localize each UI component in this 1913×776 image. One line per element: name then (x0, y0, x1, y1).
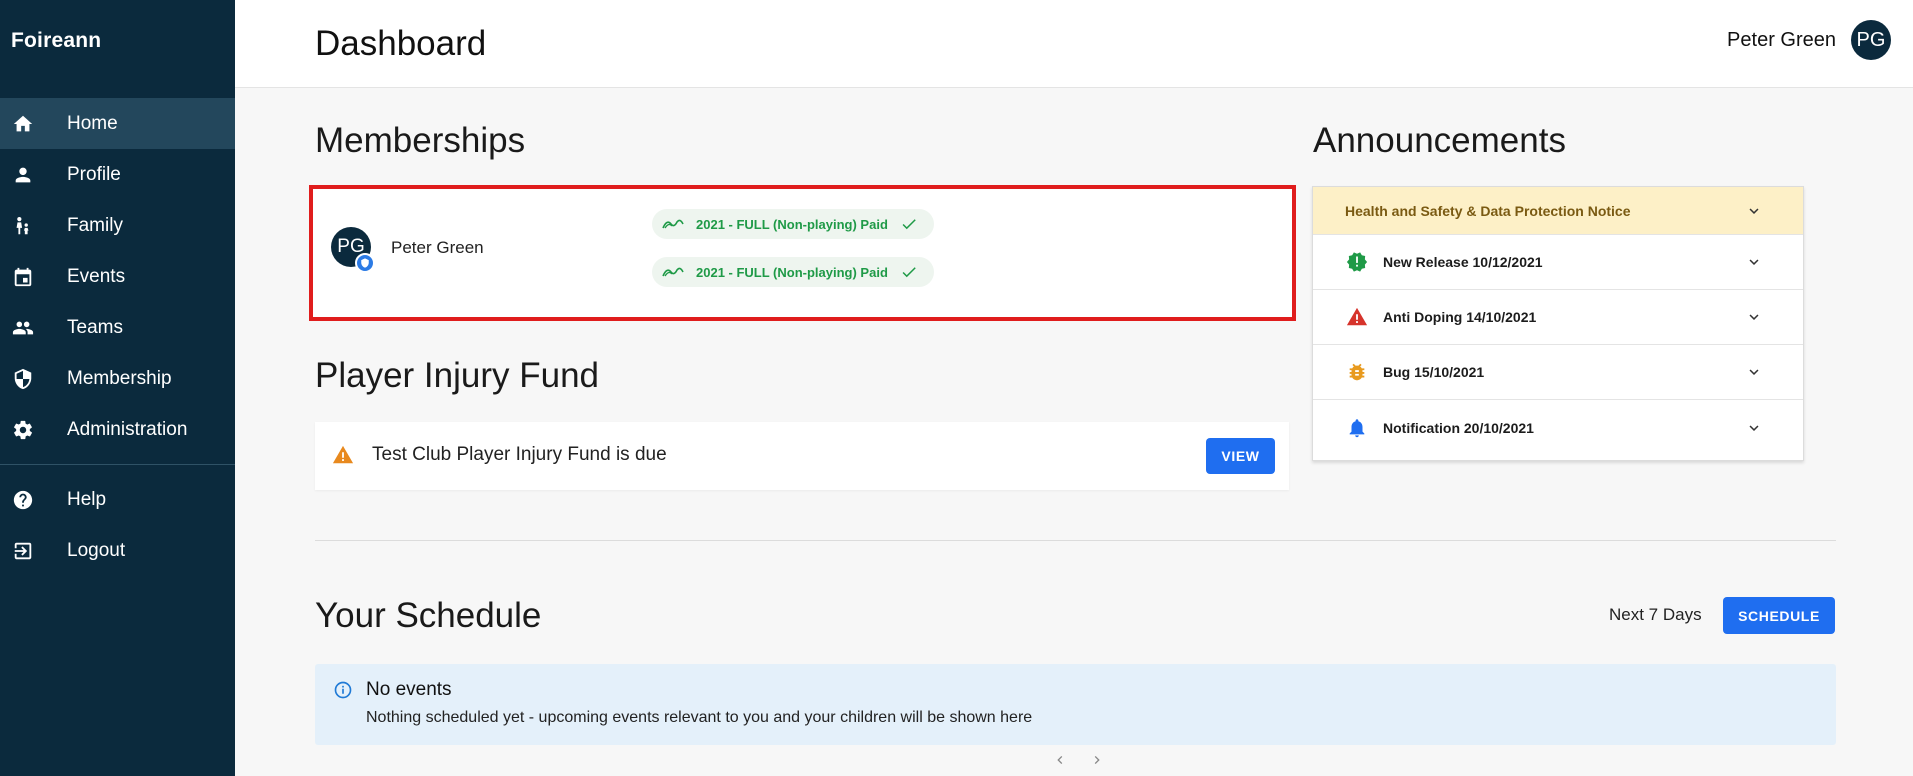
chevron-right-icon[interactable] (1089, 752, 1105, 768)
injury-fund-card: Test Club Player Injury Fund is due VIEW (315, 422, 1289, 490)
membership-chip: 2021 - FULL (Non-playing) Paid (652, 209, 934, 239)
sidebar-item-family[interactable]: Family (0, 200, 235, 251)
sidebar-item-label: Membership (67, 367, 172, 389)
announcement-label: Health and Safety & Data Protection Noti… (1345, 202, 1631, 219)
chevron-down-icon[interactable] (1745, 308, 1763, 326)
schedule-button[interactable]: SCHEDULE (1723, 597, 1835, 634)
help-icon (12, 489, 34, 511)
announcements-panel: Health and Safety & Data Protection Noti… (1312, 186, 1804, 461)
membership-chip: 2021 - FULL (Non-playing) Paid (652, 257, 934, 287)
sidebar-item-administration[interactable]: Administration (0, 404, 235, 455)
family-icon (12, 215, 34, 237)
sidebar-item-label: Profile (67, 163, 121, 185)
announcement-item[interactable]: Anti Doping 14/10/2021 (1313, 290, 1803, 345)
bell-icon (1345, 416, 1369, 440)
avatar[interactable]: PG (1851, 20, 1891, 60)
chevron-left-icon[interactable] (1052, 752, 1068, 768)
logout-icon (12, 540, 34, 562)
sidebar-item-help[interactable]: Help (0, 474, 235, 525)
no-events-title: No events (366, 679, 452, 700)
membership-card: PG Peter Green 2021 - FULL (Non-playing)… (309, 185, 1296, 321)
section-divider (315, 540, 1836, 541)
main-content: Memberships PG Peter Green 2021 - FULL (… (235, 88, 1913, 776)
home-icon (12, 113, 34, 135)
sidebar-item-label: Help (67, 488, 107, 510)
view-button[interactable]: VIEW (1206, 438, 1275, 474)
membership-badge-icon (355, 253, 375, 273)
sidebar-item-label: Home (67, 112, 118, 134)
shield-icon (12, 368, 34, 390)
sidebar-item-label: Administration (67, 418, 188, 440)
sidebar-item-label: Teams (67, 316, 123, 338)
sidebar-item-profile[interactable]: Profile (0, 149, 235, 200)
sidebar-item-teams[interactable]: Teams (0, 302, 235, 353)
sidebar-item-logout[interactable]: Logout (0, 525, 235, 576)
announcement-item[interactable]: Health and Safety & Data Protection Noti… (1313, 187, 1803, 235)
sidebar-item-membership[interactable]: Membership (0, 353, 235, 404)
check-icon (902, 219, 916, 230)
gaa-logo-icon (662, 219, 684, 229)
calendar-icon (12, 266, 34, 288)
announcement-label: Anti Doping 14/10/2021 (1383, 309, 1537, 325)
info-icon (334, 681, 352, 699)
sidebar-item-events[interactable]: Events (0, 251, 235, 302)
no-events-alert: No events Nothing scheduled yet - upcomi… (315, 664, 1836, 745)
announcement-item[interactable]: New Release 10/12/2021 (1313, 235, 1803, 290)
no-events-text: Nothing scheduled yet - upcoming events … (366, 709, 1033, 726)
gaa-logo-icon (662, 267, 684, 277)
announcement-label: Bug 15/10/2021 (1383, 364, 1485, 380)
chevron-down-icon[interactable] (1745, 363, 1763, 381)
brand-logo-text[interactable]: Foireann (0, 0, 235, 82)
announcement-label: New Release 10/12/2021 (1383, 254, 1543, 270)
schedule-title: Your Schedule (315, 596, 542, 635)
member-name: Peter Green (391, 238, 484, 257)
chevron-down-icon[interactable] (1745, 202, 1763, 220)
memberships-title: Memberships (315, 121, 526, 160)
bug-icon (1345, 360, 1369, 384)
page-title: Dashboard (315, 24, 487, 63)
sidebar-divider (0, 464, 235, 465)
gear-icon (12, 419, 34, 441)
announcement-label: Notification 20/10/2021 (1383, 419, 1534, 436)
announcement-item[interactable]: Bug 15/10/2021 (1313, 345, 1803, 400)
user-name[interactable]: Peter Green (1727, 29, 1836, 52)
injury-fund-message: Test Club Player Injury Fund is due (372, 444, 667, 465)
sidebar-nav-bottom: Help Logout (0, 474, 235, 576)
sidebar-item-label: Logout (67, 539, 126, 561)
membership-chip-label: 2021 - FULL (Non-playing) Paid (696, 216, 888, 232)
warning-icon (1345, 305, 1369, 329)
new-release-icon (1345, 250, 1369, 274)
warning-icon (332, 445, 354, 464)
sidebar: Foireann Home Profile Family Events Team… (0, 0, 235, 776)
announcement-item[interactable]: Notification 20/10/2021 (1313, 400, 1803, 455)
sidebar-item-label: Events (67, 265, 126, 287)
membership-chip-label: 2021 - FULL (Non-playing) Paid (696, 264, 888, 280)
sidebar-item-label: Family (67, 214, 123, 236)
schedule-range: Next 7 Days (1609, 605, 1702, 624)
check-icon (902, 267, 916, 278)
top-bar: Dashboard Peter Green PG (235, 0, 1913, 88)
announcements-title: Announcements (1313, 121, 1566, 160)
sidebar-item-home[interactable]: Home (0, 98, 235, 149)
chevron-down-icon[interactable] (1745, 253, 1763, 271)
people-icon (12, 317, 34, 339)
sidebar-nav: Home Profile Family Events Teams Members… (0, 98, 235, 455)
injury-fund-title: Player Injury Fund (315, 356, 600, 395)
person-icon (12, 164, 34, 186)
user-menu[interactable]: Peter Green PG (1727, 20, 1891, 60)
chevron-down-icon[interactable] (1745, 419, 1763, 437)
